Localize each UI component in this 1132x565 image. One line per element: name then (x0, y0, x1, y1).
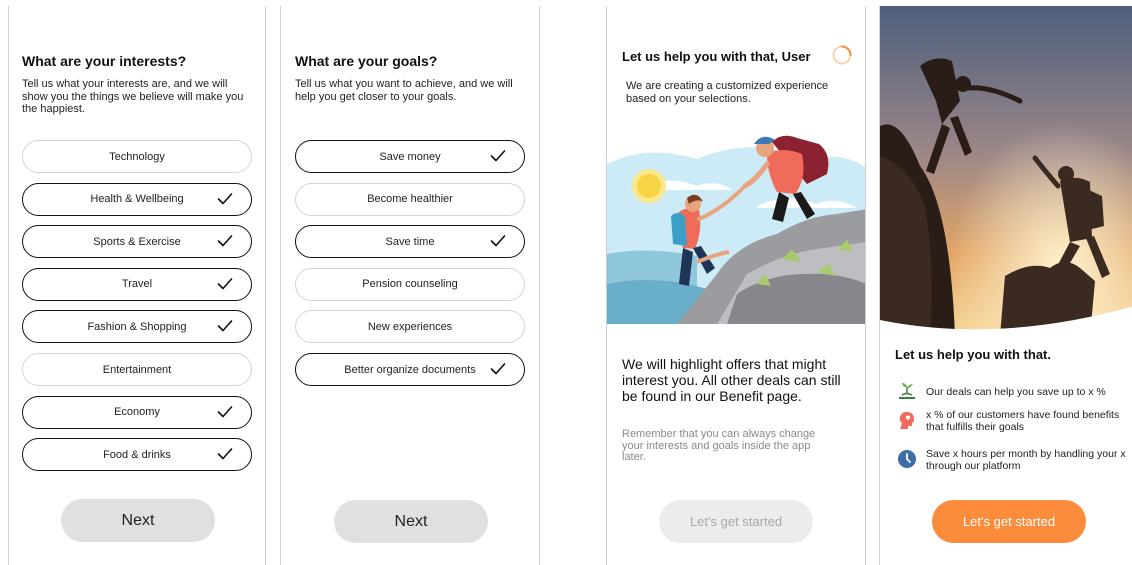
heart-head-icon (896, 409, 918, 431)
option-label: Technology (109, 150, 165, 163)
option-pill[interactable]: New experiences (295, 310, 525, 344)
loading-highlight-text: We will highlight offers that might inte… (622, 356, 841, 404)
goals-description: Tell us what you want to achieve, and we… (295, 78, 513, 103)
loading-screen: Let us help you with that, User We are c… (606, 6, 866, 565)
option-pill[interactable]: Fashion & Shopping (22, 310, 252, 344)
checkmark-icon (490, 362, 506, 376)
option-label: Entertainment (102, 363, 172, 376)
loading-get-started-button[interactable]: Let's get started (659, 500, 813, 543)
loading-title: Let us help you with that, User (622, 49, 811, 64)
interests-title: What are your interests? (22, 53, 187, 69)
checkmark-icon (217, 319, 233, 333)
checkmark-icon (217, 405, 233, 419)
checkmark-icon (217, 447, 233, 461)
checkmark-icon (490, 234, 506, 248)
summary-screen: Let us help you with that. Our deals can… (879, 6, 1132, 565)
loading-note: Remember that you can always change your… (622, 428, 816, 463)
option-pill[interactable]: Save time (295, 225, 525, 259)
checkmark-icon (217, 277, 233, 291)
benefit-text: Save x hours per month by handling your … (926, 448, 1126, 472)
option-pill[interactable]: Travel (22, 267, 252, 301)
benefit-text: x % of our customers have found benefits… (926, 409, 1120, 433)
benefit-item: x % of our customers have found benefits… (896, 409, 1126, 443)
option-label: Become healthier (367, 193, 453, 206)
option-pill[interactable]: Pension counseling (295, 267, 525, 301)
goals-screen: What are your goals? Tell us what you wa… (280, 6, 540, 565)
option-pill[interactable]: Become healthier (295, 182, 525, 216)
climbers-helping-illustration (607, 124, 865, 334)
hero-curve-divider (880, 306, 1132, 346)
interests-screen: What are your interests? Tell us what yo… (8, 6, 266, 565)
interests-next-button[interactable]: Next (61, 499, 215, 542)
goals-next-button[interactable]: Next (334, 500, 488, 543)
summary-get-started-button[interactable]: Let's get started (932, 500, 1086, 543)
goals-title: What are your goals? (295, 53, 438, 69)
checkmark-icon (217, 192, 233, 206)
checkmark-icon (217, 234, 233, 248)
checkmark-icon (490, 149, 506, 163)
option-pill[interactable]: Save money (295, 140, 525, 173)
option-pill[interactable]: Better organize documents (295, 353, 525, 386)
benefit-item: Save x hours per month by handling your … (896, 448, 1126, 482)
climbers-silhouette-photo (880, 6, 1132, 336)
interests-description: Tell us what your interests are, and we … (22, 78, 244, 115)
benefit-text: Our deals can help you save up to x % (926, 386, 1106, 398)
clock-icon (896, 448, 918, 470)
option-pill[interactable]: Sports & Exercise (22, 225, 252, 259)
money-plant-icon (896, 381, 918, 403)
option-pill[interactable]: Food & drinks (22, 438, 252, 472)
summary-title: Let us help you with that. (895, 347, 1051, 362)
option-pill[interactable]: Technology (22, 140, 252, 173)
option-pill[interactable]: Economy (22, 395, 252, 429)
option-pill[interactable]: Health & Wellbeing (22, 182, 252, 216)
loading-description: We are creating a customized experience … (626, 80, 829, 105)
option-label: Pension counseling (362, 278, 458, 291)
loading-spinner-icon (832, 45, 852, 65)
option-label: New experiences (367, 320, 453, 333)
option-pill[interactable]: Entertainment (22, 353, 252, 386)
